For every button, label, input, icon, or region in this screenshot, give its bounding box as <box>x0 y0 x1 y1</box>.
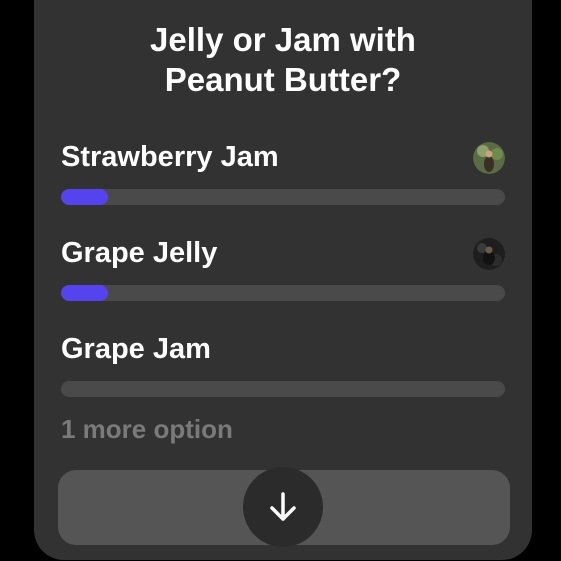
more-options-link[interactable]: 1 more option <box>61 414 233 444</box>
vote-progress-fill <box>61 285 108 301</box>
poll-option-grape-jam[interactable]: Grape Jam <box>61 332 505 412</box>
poll-title-line-2: Peanut Butter? <box>164 61 402 98</box>
poll-title: Jelly or Jam with Peanut Butter? <box>34 20 532 100</box>
poll-option-strawberry-jam[interactable]: Strawberry Jam <box>61 140 505 220</box>
option-label: Grape Jam <box>61 333 211 365</box>
poll-option-grape-jelly[interactable]: Grape Jelly <box>61 236 505 316</box>
voter-avatar <box>473 142 505 174</box>
vote-progress-fill <box>61 189 108 205</box>
poll-title-line-1: Jelly or Jam with <box>150 21 416 58</box>
option-label: Strawberry Jam <box>61 141 279 173</box>
option-label: Grape Jelly <box>61 237 218 269</box>
scroll-down-button[interactable] <box>243 467 323 547</box>
vote-progress-track <box>61 189 505 205</box>
poll-card: Jelly or Jam with Peanut Butter? Strawbe… <box>34 0 532 560</box>
arrow-down-icon <box>270 492 296 521</box>
vote-progress-track <box>61 381 505 397</box>
vote-progress-track <box>61 285 505 301</box>
voter-avatar <box>473 238 505 270</box>
